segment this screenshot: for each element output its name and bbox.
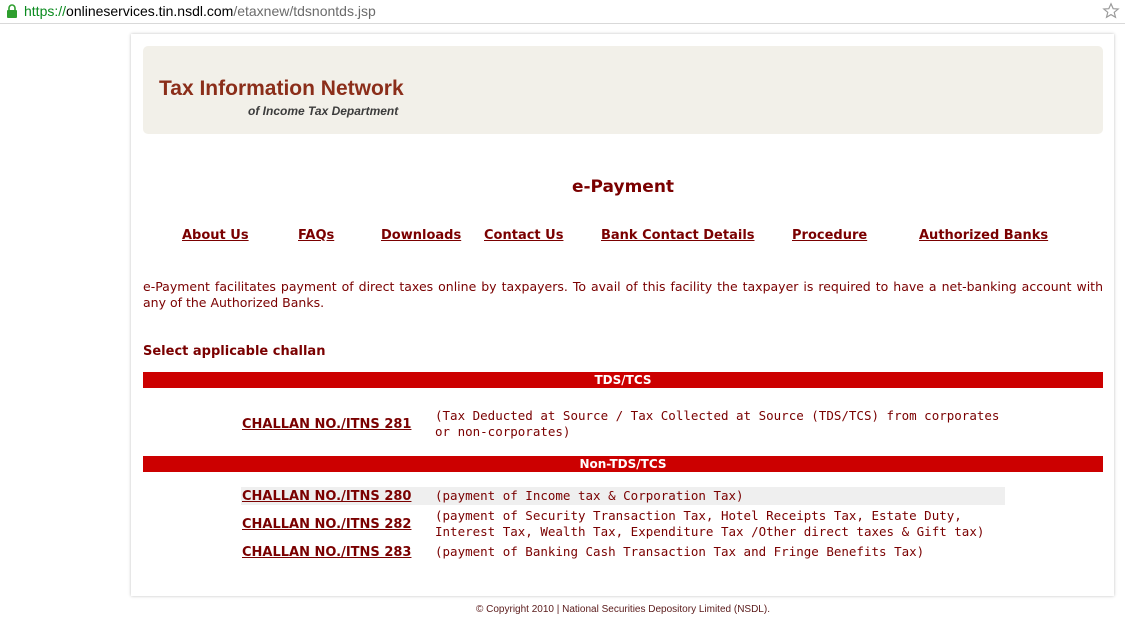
nav-link-downloads[interactable]: Downloads [381, 228, 461, 243]
url-path: /etaxnew/tdsnontds.jsp [233, 3, 376, 19]
nav-link-procedure[interactable]: Procedure [792, 228, 867, 243]
challan-row-283: CHALLAN NO./ITNS 283 (payment of Banking… [241, 544, 1005, 562]
section-header-non-tds-tcs: Non-TDS/TCS [143, 456, 1103, 472]
url-host: onlineservices.tin.nsdl.com [66, 3, 234, 19]
nav-link-authorized-banks[interactable]: Authorized Banks [919, 228, 1048, 243]
nav-link-about-us[interactable]: About Us [182, 228, 249, 243]
challan-row-282: CHALLAN NO./ITNS 282 (payment of Securit… [241, 508, 1005, 542]
challan-281-description: (Tax Deducted at Source / Tax Collected … [435, 408, 1000, 439]
challan-282-description: (payment of Security Transaction Tax, Ho… [435, 508, 985, 539]
nav-link-contact-us[interactable]: Contact Us [484, 228, 563, 243]
lock-icon [7, 4, 17, 18]
header-banner: Tax Information Network of Income Tax De… [143, 46, 1103, 134]
challan-282-link[interactable]: CHALLAN NO./ITNS 282 [242, 517, 411, 532]
site-subtitle: of Income Tax Department [248, 104, 399, 118]
browser-address-bar[interactable]: https://onlineservices.tin.nsdl.com/etax… [0, 0, 1125, 24]
site-title: Tax Information Network [159, 77, 404, 100]
challan-280-link[interactable]: CHALLAN NO./ITNS 280 [242, 489, 411, 504]
copyright-footer: © Copyright 2010 | National Securities D… [476, 604, 770, 615]
url-scheme: https:// [24, 3, 67, 19]
challan-row-280: CHALLAN NO./ITNS 280 (payment of Income … [241, 487, 1005, 505]
challan-280-description: (payment of Income tax & Corporation Tax… [435, 488, 744, 503]
select-challan-label: Select applicable challan [143, 344, 326, 359]
address-url[interactable]: https://onlineservices.tin.nsdl.com/etax… [24, 3, 376, 19]
nav-link-bank-contact-details[interactable]: Bank Contact Details [601, 228, 755, 243]
challan-283-description: (payment of Banking Cash Transaction Tax… [435, 544, 925, 559]
intro-text: e-Payment facilitates payment of direct … [143, 279, 1103, 310]
section-header-tds-tcs: TDS/TCS [143, 372, 1103, 388]
challan-283-link[interactable]: CHALLAN NO./ITNS 283 [242, 545, 411, 560]
bookmark-star-icon[interactable] [1102, 2, 1120, 20]
page-title: e-Payment [571, 177, 675, 197]
challan-281-link[interactable]: CHALLAN NO./ITNS 281 [242, 417, 411, 432]
nav-link-faqs[interactable]: FAQs [298, 228, 334, 243]
challan-row-281: CHALLAN NO./ITNS 281 (Tax Deducted at So… [241, 408, 1005, 442]
